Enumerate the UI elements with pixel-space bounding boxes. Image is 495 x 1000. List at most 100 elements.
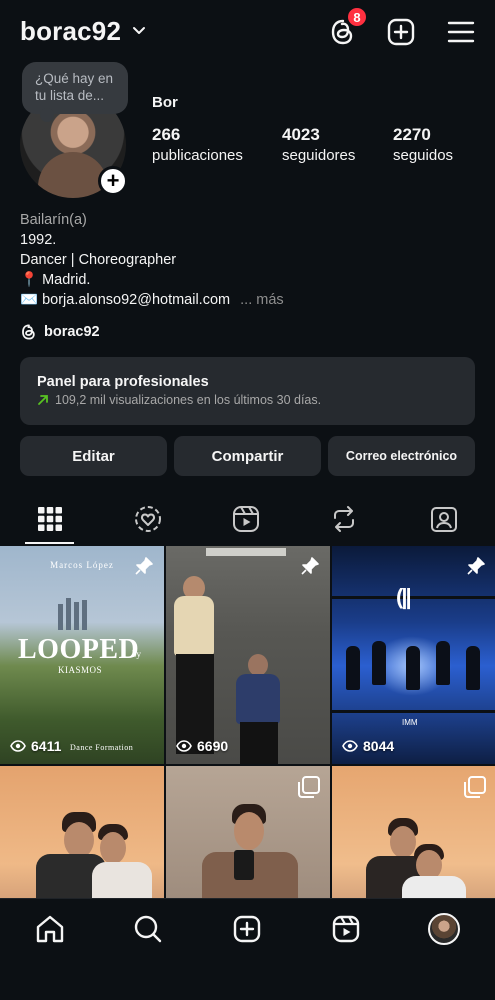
skyline-graphic (58, 598, 88, 630)
stat-label: publicaciones (152, 147, 243, 164)
bio-category: Bailarín(a) (20, 212, 87, 228)
post-thumbnail[interactable]: 6690 (166, 546, 330, 764)
frame-divider (332, 710, 495, 713)
bio-location: 📍 Madrid. (20, 270, 284, 290)
reels-icon[interactable] (231, 504, 261, 534)
carousel-icon (464, 776, 486, 798)
view-count-value: 8044 (363, 738, 395, 754)
post-grid: Marcos López LOOPED by KIASMOS Dance For… (0, 546, 495, 898)
stat-value: 4023 (282, 125, 320, 144)
reposts-icon[interactable] (329, 504, 359, 534)
stat-posts[interactable]: 266 publicaciones (152, 125, 243, 164)
menu-icon[interactable] (446, 17, 476, 47)
bio-email: ✉️ borja.alonso92@hotmail.com ... más (20, 290, 284, 310)
stat-following[interactable]: 2270 seguidos (393, 125, 453, 164)
eye-icon (10, 740, 26, 752)
tagged-icon[interactable] (429, 504, 459, 534)
profile-avatar[interactable] (428, 913, 460, 945)
bio-line: Dancer | Choreographer (20, 252, 177, 268)
note-bubble[interactable]: ¿Qué hay en tu lista de... (22, 62, 128, 122)
threads-handle: borac92 (44, 324, 100, 340)
edit-profile-button[interactable]: Editar (20, 436, 167, 476)
more-link[interactable]: ... más (240, 292, 284, 308)
grid-icon[interactable] (35, 504, 65, 534)
post-thumbnail[interactable] (166, 766, 330, 898)
stat-label: seguidores (282, 147, 356, 164)
stat-value: 266 (152, 125, 181, 144)
stat-label: seguidos (393, 147, 454, 164)
person-graphic (346, 646, 360, 690)
active-tab-indicator (25, 542, 74, 544)
person-graphic (402, 876, 466, 898)
person-graphic (406, 646, 420, 690)
stat-value: 2270 (393, 125, 431, 144)
view-count-value: 6690 (197, 738, 229, 754)
envelope-emoji-icon: ✉️ (20, 292, 39, 308)
post-thumbnail[interactable]: (|| IMM 8044 (332, 546, 495, 764)
threads-profile-link[interactable]: borac92 (20, 323, 100, 341)
bio: Bailarín(a) 1992. Dancer | Choreographer… (20, 210, 284, 310)
bottom-navigation (0, 898, 495, 1000)
post-thumbnail[interactable] (0, 766, 164, 898)
post-text: KIASMOS (58, 665, 103, 675)
post-thumbnail[interactable] (332, 766, 495, 898)
pin-icon (135, 557, 153, 575)
post-text: Dance Formation (70, 743, 134, 752)
person-graphic (466, 646, 480, 690)
person-graphic (372, 641, 386, 685)
view-count: 8044 (342, 738, 394, 754)
watermark-text: IMM (402, 718, 418, 727)
bio-line: 1992. (20, 232, 57, 248)
person-graphic (100, 832, 126, 864)
person-graphic (248, 654, 268, 676)
professional-dashboard[interactable]: Panel para profesionales 109,2 mil visua… (20, 357, 475, 425)
view-count-value: 6411 (31, 738, 62, 754)
view-count: 6690 (176, 738, 228, 754)
dashboard-subtitle: 109,2 mil visualizaciones en los últimos… (55, 393, 322, 407)
chevron-down-icon[interactable] (132, 24, 146, 38)
pin-emoji-icon: 📍 (20, 272, 39, 288)
person-graphic (236, 674, 280, 724)
trend-up-icon (38, 395, 48, 405)
reels-icon[interactable] (330, 913, 362, 945)
post-thumbnail[interactable]: Marcos López LOOPED by KIASMOS Dance For… (0, 546, 164, 764)
person-graphic (436, 641, 450, 685)
eye-icon (342, 740, 358, 752)
create-post-icon[interactable] (386, 17, 416, 47)
add-story-icon[interactable]: + (98, 166, 128, 196)
create-icon[interactable] (231, 913, 263, 945)
person-graphic (174, 596, 214, 656)
threads-icon (22, 324, 35, 340)
dashboard-subtitle-row: 109,2 mil visualizaciones en los últimos… (37, 393, 475, 407)
profile-tabs (0, 496, 495, 544)
post-title-text: LOOPED (18, 634, 140, 665)
tagged-stories-icon[interactable] (133, 504, 163, 534)
person-graphic (240, 722, 278, 764)
top-bar: borac92 8 (0, 0, 495, 64)
dashboard-title: Panel para profesionales (37, 374, 209, 390)
person-graphic (234, 812, 264, 850)
view-count: 6411 (10, 738, 61, 754)
ceiling-light (206, 548, 286, 556)
pin-icon (301, 557, 319, 575)
email-text: borja.alonso92@hotmail.com (42, 292, 231, 308)
frame-divider (332, 596, 495, 599)
person-graphic (390, 826, 416, 858)
display-name: Bor (152, 94, 178, 111)
location-text: Madrid. (42, 272, 91, 288)
pin-icon (467, 557, 485, 575)
notification-badge: 8 (346, 6, 368, 28)
account-switcher-username[interactable]: borac92 (20, 16, 121, 47)
search-icon[interactable] (132, 913, 164, 945)
carousel-icon (298, 776, 320, 798)
eye-icon (176, 740, 192, 752)
email-button[interactable]: Correo electrónico (328, 436, 475, 476)
logo-icon: (|| (396, 584, 412, 609)
stat-followers[interactable]: 4023 seguidores (282, 125, 355, 164)
person-graphic (64, 822, 94, 858)
person-graphic (92, 862, 152, 898)
post-text: by (132, 649, 141, 659)
share-profile-button[interactable]: Compartir (174, 436, 321, 476)
phone-graphic (234, 850, 254, 880)
home-icon[interactable] (34, 913, 66, 945)
